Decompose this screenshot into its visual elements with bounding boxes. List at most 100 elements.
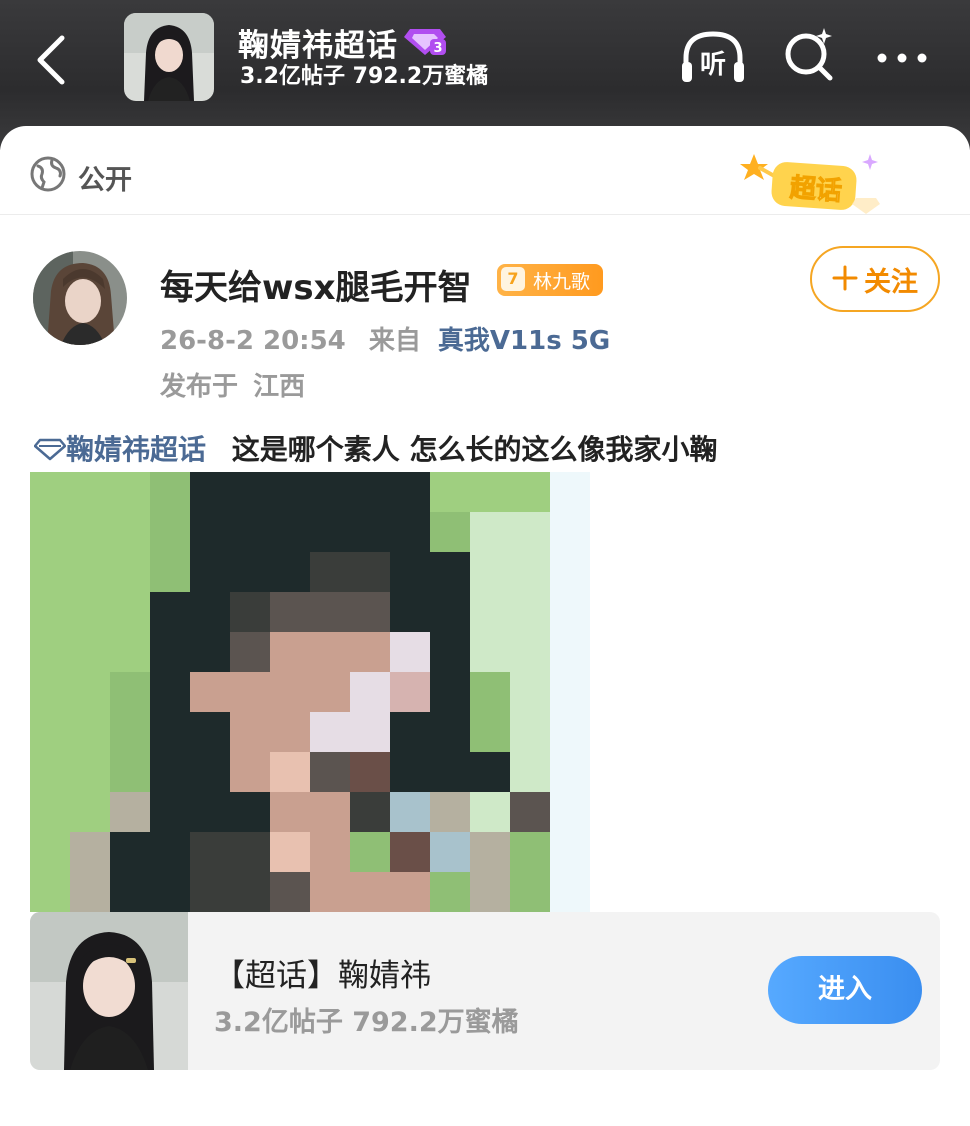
mosaic-cell	[70, 472, 110, 512]
mosaic-cell	[510, 592, 550, 632]
mosaic-cell	[310, 632, 350, 672]
mosaic-cell	[30, 832, 70, 872]
author-name[interactable]: 每天给wsx腿毛开智	[160, 260, 472, 309]
mosaic-cell	[350, 752, 390, 792]
mosaic-cell	[110, 832, 150, 872]
mosaic-cell	[190, 712, 230, 752]
author-avatar[interactable]	[33, 251, 127, 345]
mosaic-cell	[550, 752, 590, 792]
mosaic-cell	[430, 792, 470, 832]
mosaic-cell	[190, 792, 230, 832]
mosaic-cell	[310, 552, 350, 592]
mosaic-cell	[470, 472, 510, 512]
mosaic-cell	[430, 472, 470, 512]
mosaic-cell	[390, 832, 430, 872]
mosaic-cell	[550, 552, 590, 592]
mosaic-cell	[150, 752, 190, 792]
mosaic-cell	[470, 752, 510, 792]
mosaic-cell	[70, 552, 110, 592]
mosaic-photo	[30, 472, 590, 912]
more-button[interactable]	[872, 40, 932, 76]
mosaic-cell	[310, 832, 350, 872]
mosaic-cell	[470, 792, 510, 832]
fan-badge[interactable]: 7 林九歌	[497, 264, 603, 296]
mosaic-cell	[70, 592, 110, 632]
post-location: 发布于 江西	[160, 366, 305, 403]
svg-text:听: 听	[700, 50, 726, 80]
mosaic-cell	[470, 592, 510, 632]
post-meta: 26-8-2 20:54 来自 真我V11s 5G	[160, 320, 610, 357]
listen-button[interactable]: 听	[678, 28, 748, 88]
mosaic-cell	[390, 632, 430, 672]
mosaic-cell	[430, 712, 470, 752]
mosaic-cell	[270, 592, 310, 632]
mosaic-cell	[70, 712, 110, 752]
mosaic-cell	[270, 752, 310, 792]
mosaic-cell	[230, 472, 270, 512]
mosaic-cell	[110, 792, 150, 832]
mosaic-cell	[310, 872, 350, 912]
post-body: 这是哪个素人 怎么长的这么像我家小鞠	[231, 433, 718, 466]
mosaic-cell	[110, 552, 150, 592]
post-image[interactable]	[30, 472, 640, 912]
supertopic-avatar[interactable]	[124, 13, 214, 101]
mosaic-cell	[350, 672, 390, 712]
mosaic-cell	[110, 512, 150, 552]
post-device[interactable]: 真我V11s 5G	[438, 326, 610, 356]
mosaic-cell	[310, 712, 350, 752]
mosaic-cell	[390, 752, 430, 792]
mosaic-cell	[230, 552, 270, 592]
supertopic-link[interactable]: 鞠婧祎超话	[34, 433, 216, 466]
mosaic-cell	[270, 832, 310, 872]
post-text: 鞠婧祎超话 这是哪个素人 怎么长的这么像我家小鞠	[34, 428, 718, 468]
mosaic-cell	[190, 552, 230, 592]
mosaic-cell	[230, 592, 270, 632]
mosaic-cell	[110, 872, 150, 912]
enter-button[interactable]: 进入	[768, 956, 922, 1024]
mosaic-cell	[230, 792, 270, 832]
mosaic-cell	[430, 672, 470, 712]
mosaic-cell	[230, 712, 270, 752]
mosaic-cell	[350, 792, 390, 832]
mosaic-cell	[110, 672, 150, 712]
location-value: 江西	[253, 372, 306, 402]
mosaic-cell	[30, 712, 70, 752]
level-badge-icon: 3	[404, 25, 448, 57]
mosaic-cell	[510, 672, 550, 712]
headphones-icon: 听	[682, 31, 744, 82]
mosaic-cell	[510, 752, 550, 792]
mosaic-cell	[70, 872, 110, 912]
divider	[0, 214, 970, 215]
search-button[interactable]	[780, 26, 840, 86]
mosaic-cell	[310, 672, 350, 712]
mosaic-cell	[150, 792, 190, 832]
mosaic-cell	[310, 472, 350, 512]
mosaic-cell	[150, 552, 190, 592]
mosaic-cell	[230, 752, 270, 792]
mosaic-cell	[350, 632, 390, 672]
mosaic-cell	[30, 672, 70, 712]
back-button[interactable]	[28, 30, 78, 90]
mosaic-cell	[350, 712, 390, 752]
mosaic-cell	[30, 632, 70, 672]
follow-button[interactable]: 关注	[810, 246, 940, 312]
mosaic-cell	[70, 672, 110, 712]
mosaic-cell	[390, 872, 430, 912]
mosaic-cell	[310, 592, 350, 632]
mosaic-cell	[70, 512, 110, 552]
supertopic-card[interactable]: 【超话】鞠婧祎 3.2亿帖子 792.2万蜜橘 进入	[30, 912, 940, 1070]
mosaic-cell	[190, 512, 230, 552]
mosaic-cell	[150, 712, 190, 752]
mosaic-cell	[270, 872, 310, 912]
mosaic-cell	[190, 472, 230, 512]
mosaic-cell	[230, 672, 270, 712]
mosaic-cell	[270, 552, 310, 592]
supertopic-card-stats: 3.2亿帖子 792.2万蜜橘	[214, 1007, 519, 1038]
mosaic-cell	[190, 832, 230, 872]
mosaic-cell	[150, 832, 190, 872]
mosaic-cell	[350, 552, 390, 592]
mosaic-cell	[390, 552, 430, 592]
mosaic-cell	[550, 592, 590, 632]
mosaic-cell	[30, 472, 70, 512]
mosaic-cell	[350, 592, 390, 632]
